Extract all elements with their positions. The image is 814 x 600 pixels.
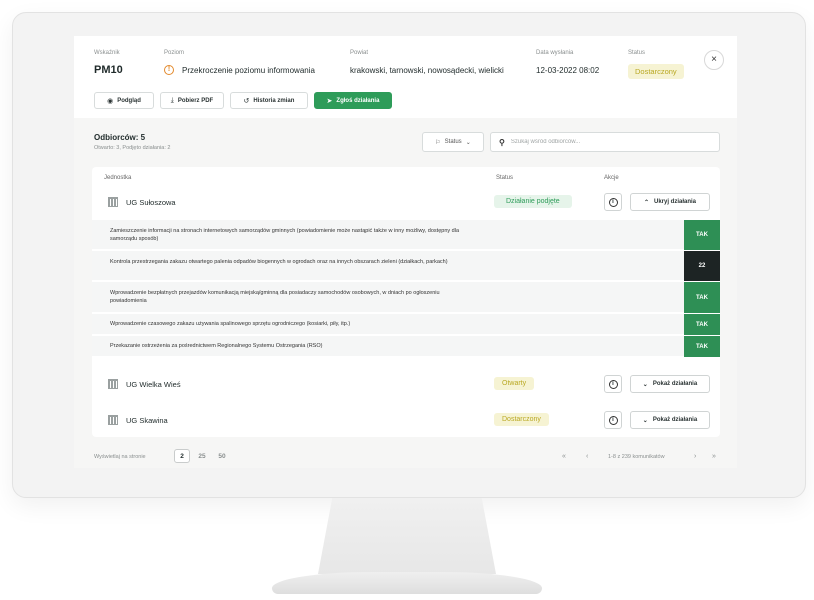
building-icon bbox=[108, 379, 118, 389]
indicator-label: Wskaźnik bbox=[94, 50, 120, 56]
action-value-badge: TAK bbox=[684, 336, 720, 357]
monitor-stand bbox=[318, 498, 496, 574]
recipient-status-badge: Dostarczony bbox=[494, 413, 549, 426]
info-button[interactable]: i bbox=[604, 375, 622, 393]
recipients-count: Odbiorców: 5 bbox=[94, 133, 146, 142]
search-icon: ⚲ bbox=[499, 137, 505, 147]
action-row: Kontrola przestrzegania zakazu otwartego… bbox=[92, 250, 720, 281]
info-button[interactable]: i bbox=[604, 193, 622, 211]
download-pdf-button[interactable]: ⤓ Pobierz PDF bbox=[160, 92, 224, 109]
history-button[interactable]: ↺ Historia zmian bbox=[230, 92, 308, 109]
info-button[interactable]: i bbox=[604, 411, 622, 429]
download-pdf-label: Pobierz PDF bbox=[177, 97, 214, 104]
alert-header: Wskaźnik PM10 Poziom ! Przekroczenie poz… bbox=[74, 36, 737, 118]
page-size-option[interactable]: 25 bbox=[194, 449, 210, 463]
recipient-status-badge: Otwarty bbox=[494, 377, 535, 390]
report-actions-label: Zgłoś działania bbox=[336, 97, 380, 104]
monitor-base bbox=[272, 572, 542, 594]
action-value-badge: TAK bbox=[684, 282, 720, 313]
close-icon: × bbox=[711, 54, 717, 65]
action-text: Wprowadzenie bezpłatnych przejazdów komu… bbox=[110, 290, 440, 304]
sent-date-value: 12-03-2022 08:02 bbox=[536, 66, 600, 75]
report-actions-button[interactable]: ➤ Zgłoś działania bbox=[314, 92, 392, 109]
chevron-up-icon: ⌃ bbox=[643, 199, 649, 206]
page-size-option[interactable]: 2 bbox=[174, 449, 190, 463]
recipient-name: UG Skawina bbox=[126, 416, 168, 425]
send-icon: ➤ bbox=[326, 97, 333, 105]
action-text: Kontrola przestrzegania zakazu otwartego… bbox=[110, 259, 448, 265]
history-label: Historia zmian bbox=[253, 97, 295, 104]
show-actions-label: Pokaż działania bbox=[652, 417, 698, 423]
chevron-down-icon: ⌄ bbox=[465, 139, 471, 146]
action-value-badge: TAK bbox=[684, 220, 720, 250]
column-header-actions: Akcje bbox=[604, 175, 619, 181]
per-page-label: Wyświetlaj na stronie bbox=[94, 454, 146, 460]
recipients-summary: Otwarto: 3, Podjęto działania: 2 bbox=[94, 145, 171, 151]
county-label: Powiat bbox=[350, 50, 369, 56]
indicator-value: PM10 bbox=[94, 64, 123, 76]
action-text: Zamieszczenie informacji na stronach int… bbox=[110, 228, 460, 242]
action-row: Wprowadzenie czasowego zakazu używania s… bbox=[92, 313, 720, 335]
first-page-button[interactable]: « bbox=[562, 453, 566, 460]
info-icon: i bbox=[608, 379, 618, 389]
status-filter-dropdown[interactable]: ⚐ Status ⌄ bbox=[422, 132, 484, 152]
close-button[interactable]: × bbox=[704, 50, 724, 70]
action-text: Wprowadzenie czasowego zakazu używania s… bbox=[110, 321, 351, 327]
county-value: krakowski, tarnowski, nowosądecki, wieli… bbox=[350, 66, 504, 75]
warning-icon: ! bbox=[164, 65, 174, 75]
recipients-table: Jednostka Status Akcje UG Sułoszowa Dzia… bbox=[92, 167, 720, 437]
hide-actions-label: Ukryj działania bbox=[654, 199, 697, 205]
show-actions-button[interactable]: ⌄ Pokaż działania bbox=[630, 375, 710, 393]
info-icon: i bbox=[608, 415, 618, 425]
chevron-down-icon: ⌄ bbox=[642, 417, 648, 424]
show-actions-label: Pokaż działania bbox=[652, 381, 698, 387]
info-icon: i bbox=[608, 197, 618, 207]
action-row: Przekazanie ostrzeżenia za pośrednictwem… bbox=[92, 335, 720, 357]
pager-info: 1-8 z 239 komunikatów bbox=[608, 454, 665, 460]
action-text: Przekazanie ostrzeżenia za pośrednictwem… bbox=[110, 343, 323, 349]
column-header-status: Status bbox=[496, 175, 514, 181]
hide-actions-button[interactable]: ⌃ Ukryj działania bbox=[630, 193, 710, 211]
status-label: Status bbox=[628, 50, 646, 56]
eye-icon: ◉ bbox=[107, 97, 114, 105]
preview-label: Podgląd bbox=[117, 97, 141, 104]
download-icon: ⤓ bbox=[170, 96, 174, 104]
action-row: Wprowadzenie bezpłatnych przejazdów komu… bbox=[92, 281, 720, 313]
level-label: Poziom bbox=[164, 50, 185, 56]
app-screen: Wskaźnik PM10 Poziom ! Przekroczenie poz… bbox=[74, 36, 737, 468]
recipient-name: UG Wielka Wieś bbox=[126, 380, 181, 389]
search-input[interactable] bbox=[510, 139, 711, 145]
column-header-unit: Jednostka bbox=[104, 175, 132, 181]
recipient-status-badge: Działanie podjęte bbox=[494, 195, 572, 208]
status-badge: Dostarczony bbox=[628, 64, 684, 79]
action-value-badge: TAK bbox=[684, 314, 720, 335]
recipient-name: UG Sułoszowa bbox=[126, 198, 176, 207]
action-row: Zamieszczenie informacji na stronach int… bbox=[92, 219, 720, 250]
status-filter-label: Status bbox=[444, 139, 462, 145]
sent-date-label: Data wysłania bbox=[536, 50, 574, 56]
prev-page-button[interactable]: ‹ bbox=[586, 453, 588, 460]
history-icon: ↺ bbox=[243, 97, 250, 105]
level-value: Przekroczenie poziomu informowania bbox=[182, 66, 315, 75]
next-page-button[interactable]: › bbox=[694, 453, 696, 460]
show-actions-button[interactable]: ⌄ Pokaż działania bbox=[630, 411, 710, 429]
search-box: ⚲ bbox=[490, 132, 720, 152]
flag-icon: ⚐ bbox=[435, 139, 441, 146]
building-icon bbox=[108, 197, 118, 207]
chevron-down-icon: ⌄ bbox=[642, 381, 648, 388]
preview-button[interactable]: ◉ Podgląd bbox=[94, 92, 154, 109]
action-value-badge: 22 bbox=[684, 251, 720, 281]
building-icon bbox=[108, 415, 118, 425]
last-page-button[interactable]: » bbox=[712, 453, 716, 460]
page-size-option[interactable]: 50 bbox=[214, 449, 230, 463]
